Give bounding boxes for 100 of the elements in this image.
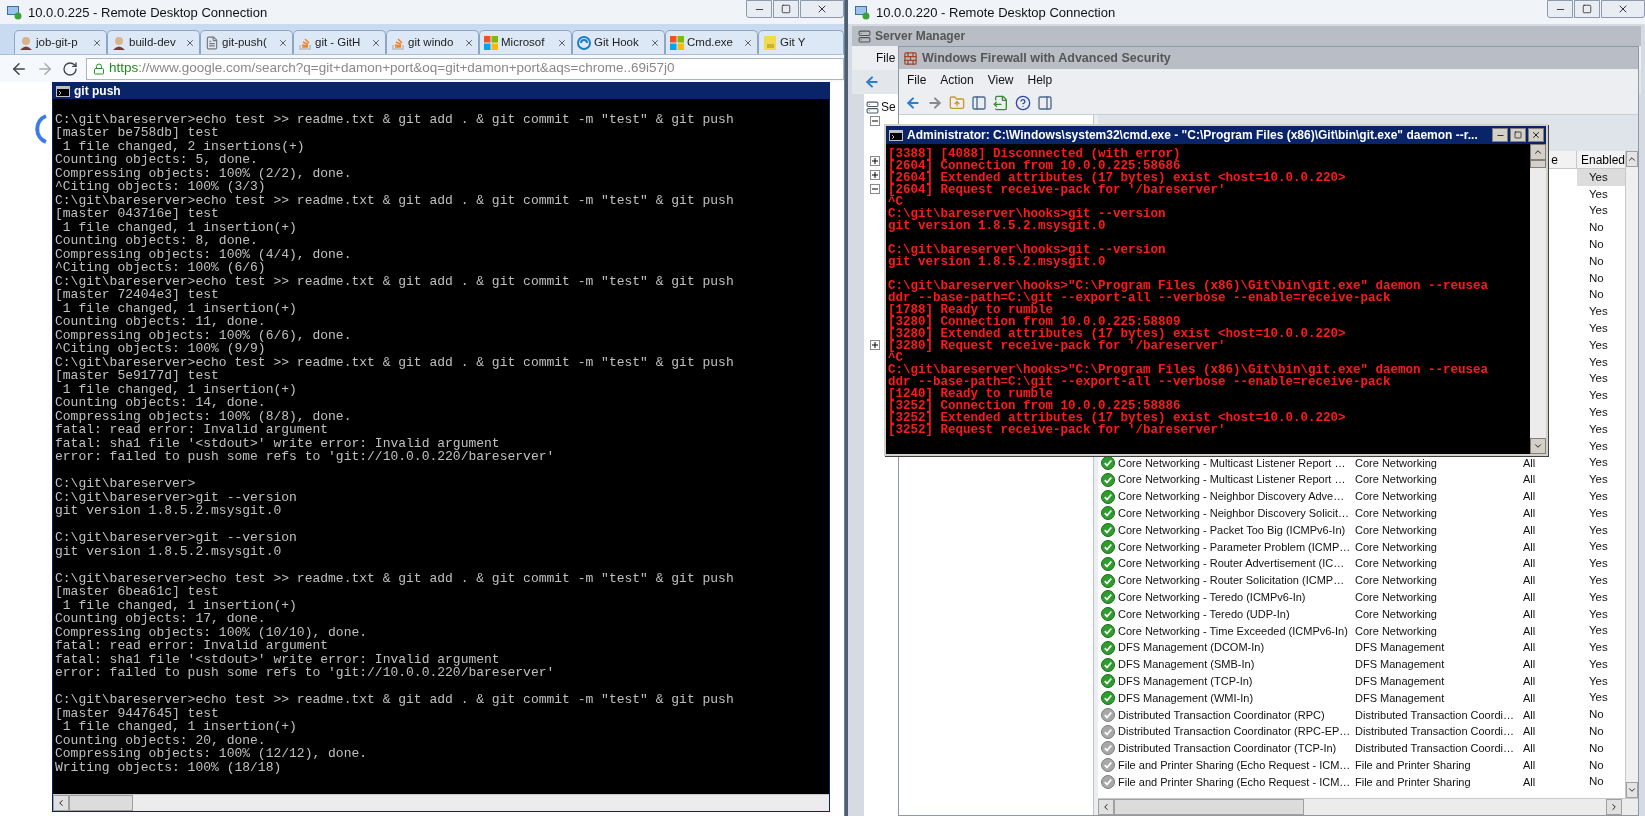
url-text: https://www.google.com/search?q=git+damon+port&oq=git+damon+port&aqs=chrome..69i57j0	[109, 59, 675, 78]
swirl-icon	[577, 35, 591, 50]
table-cell-text: All	[1522, 606, 1537, 622]
maximize-icon	[1514, 131, 1522, 139]
window-title: Windows Firewall with Advanced Security	[922, 49, 1171, 67]
table-cell-text: Yes	[1588, 589, 1608, 605]
close-icon[interactable]	[557, 37, 567, 48]
column-header[interactable]: e	[1551, 151, 1558, 168]
folder-up-icon[interactable]	[949, 94, 965, 111]
table-cell-text: Yes	[1588, 656, 1608, 672]
console-line: error: failed to push some refs to 'git://10.0.0.220/bareserver'	[55, 666, 556, 680]
menu-item[interactable]: File	[872, 49, 900, 67]
scroll-left-button[interactable]	[1098, 799, 1114, 815]
expand-icon[interactable]	[870, 340, 880, 350]
maximize-icon	[781, 4, 791, 14]
minimize-button[interactable]	[1547, 0, 1573, 18]
scrollbar-thumb[interactable]	[1530, 160, 1546, 168]
table-cell-text: DFS Management (TCP-In)	[1118, 674, 1254, 690]
minimize-button[interactable]	[1492, 128, 1508, 142]
console-line: ^C	[888, 352, 903, 364]
console-line: [1240] Ready to rumble	[888, 388, 1055, 400]
console-line: [master 043716e] test	[55, 207, 219, 221]
console-line: Compressing objects: 100% (6/6), done.	[55, 328, 353, 342]
table-cell-text: All	[1522, 573, 1537, 589]
console-line: ^Citing objects: 100% (3/3)	[55, 180, 266, 194]
menu-item[interactable]: Action	[938, 71, 976, 89]
close-icon[interactable]	[92, 37, 102, 48]
table-cell-text: All	[1522, 741, 1537, 757]
table-cell-text: File and Printer Sharing (Echo Request - ICM…	[1118, 774, 1352, 790]
scroll-left-button[interactable]	[53, 795, 69, 811]
column-header[interactable]: Enabled	[1577, 151, 1626, 168]
browser-tab[interactable]: git - GitH	[293, 30, 386, 54]
close-icon[interactable]	[185, 37, 195, 48]
export-icon[interactable]	[993, 94, 1009, 111]
browser-tab[interactable]: git-push(	[200, 30, 293, 54]
browser-tab[interactable]: build-dev	[107, 30, 200, 54]
console-line: [2604] Extended attributes (17 bytes) exist <host=10.0.0.220>	[888, 172, 1347, 184]
browser-tab[interactable]: job-git-p	[14, 30, 107, 54]
table-cell-text: Yes	[1588, 539, 1608, 555]
chevron-left-icon	[56, 798, 66, 808]
minimize-button[interactable]	[746, 0, 772, 18]
close-icon[interactable]	[464, 37, 474, 48]
table-cell-text: Yes	[1588, 673, 1608, 689]
close-icon[interactable]	[371, 37, 381, 48]
console-line: [3280] Connection from 10.0.0.225:58809	[888, 316, 1181, 328]
browser-tab[interactable]: git windo	[386, 30, 479, 54]
panel-icon[interactable]	[971, 94, 987, 111]
table-cell-text: DFS Management (WMI-In)	[1118, 690, 1255, 706]
scrollbar-thumb[interactable]	[1114, 799, 1304, 815]
close-icon[interactable]	[278, 37, 288, 48]
table-cell-text: Yes	[1588, 556, 1608, 572]
console-line: [1788] Ready to rumble	[888, 304, 1055, 316]
table-cell-text: Core Networking	[1354, 455, 1438, 471]
browser-tab[interactable]: Cmd.exe	[665, 30, 758, 54]
close-icon	[816, 3, 828, 15]
table-cell-text: File and Printer Sharing	[1354, 774, 1472, 790]
collapse-icon[interactable]	[870, 184, 880, 194]
back-icon[interactable]	[905, 94, 921, 111]
table-cell-text: Core Networking	[1354, 472, 1438, 488]
scroll-up-button[interactable]	[1626, 151, 1639, 167]
remote-desktop-icon	[854, 4, 870, 20]
forward-icon[interactable]	[927, 94, 943, 111]
menu-item[interactable]: Help	[1025, 71, 1055, 89]
console-line: fatal: sha1 file '<stdout>' write error: Invalid argument	[55, 652, 500, 666]
close-icon[interactable]	[743, 37, 753, 48]
console-line: fatal: read error: Invalid argument	[55, 639, 330, 653]
panel-icon[interactable]	[1037, 94, 1053, 111]
table-cell[interactable]: Yes	[1577, 169, 1626, 186]
close-icon[interactable]	[650, 37, 660, 48]
browser-tab[interactable]: Git Hook	[572, 30, 665, 54]
browser-tab[interactable]: Microsof	[479, 30, 572, 54]
table-cell-text: Core Networking - Multicast Listener Report …	[1118, 472, 1347, 488]
console-line: [3252] Request receive-pack for '/bareserver'	[888, 424, 1227, 436]
console-line: ^Citing objects: 100% (6/6)	[55, 261, 266, 275]
table-cell-text: Yes	[1588, 690, 1608, 706]
browser-tab[interactable]: Git Y	[758, 30, 844, 54]
menu-item[interactable]: File	[905, 71, 929, 89]
expand-icon[interactable]	[870, 156, 880, 166]
console-line: 1 file changed, 1 insertion(+)	[62, 720, 298, 734]
tree-item[interactable]: Se	[881, 98, 896, 116]
scrollbar-thumb[interactable]	[69, 795, 133, 811]
address-bar[interactable]: https://www.google.com/search?q=git+damon+port&oq=git+damon+port&aqs=chrome..69i57j0	[86, 57, 844, 80]
console-line: [3252] Connection from 10.0.0.225:58886	[888, 400, 1181, 412]
table-cell-text: All	[1522, 758, 1537, 774]
collapse-icon[interactable]	[870, 116, 880, 126]
expand-icon[interactable]	[870, 170, 880, 180]
scroll-right-button[interactable]	[1606, 799, 1622, 815]
table-cell-text: All	[1522, 707, 1537, 723]
scroll-down-button[interactable]	[1530, 438, 1546, 454]
maximize-button[interactable]	[1574, 0, 1600, 18]
scroll-down-button[interactable]	[1626, 782, 1639, 798]
maximize-button[interactable]	[773, 0, 799, 18]
console-line: 1 file changed, 1 insertion(+)	[62, 598, 298, 612]
help-icon[interactable]	[1015, 94, 1031, 111]
menu-item[interactable]: View	[985, 71, 1016, 89]
console-line: Counting objects: 17, done.	[55, 612, 266, 626]
console-line: Counting objects: 8, done.	[55, 234, 258, 248]
reload-icon[interactable]	[62, 60, 78, 77]
close-button[interactable]	[1528, 128, 1544, 142]
table-cell-text: All	[1522, 674, 1537, 690]
